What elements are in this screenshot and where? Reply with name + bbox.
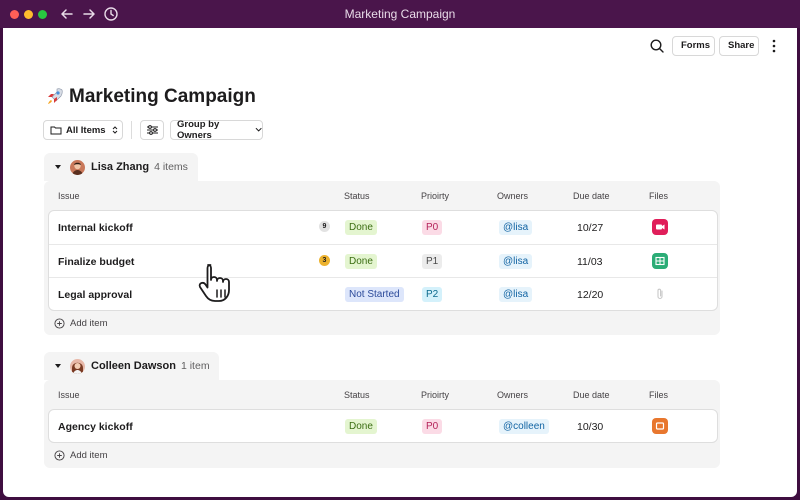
page-title-wrap: Marketing Campaign (43, 84, 256, 110)
group-name: Lisa Zhang (91, 161, 150, 173)
add-item-label: Add item (70, 318, 108, 329)
window-title: Marketing Campaign (344, 7, 456, 21)
col-header-owners: Owners (497, 390, 529, 400)
status-badge[interactable]: Not Started (345, 287, 404, 302)
issue-title[interactable]: Finalize budget (58, 245, 134, 278)
col-header-due-date: Due date (573, 390, 610, 400)
col-header-due-date: Due date (573, 191, 610, 201)
caret-down-icon[interactable] (54, 362, 62, 370)
col-header-priority: Prioirty (421, 390, 450, 400)
col-header-owners: Owners (497, 191, 529, 201)
plus-circle-icon (54, 318, 65, 329)
group-count: 1 item (180, 360, 210, 372)
priority-badge[interactable]: P1 (422, 254, 443, 269)
issue-title[interactable]: Legal approval (58, 278, 132, 311)
group-lisa: Issue Status Prioirty Owners Due date Fi… (44, 181, 720, 335)
window-titlebar: Marketing Campaign (0, 0, 800, 28)
sliders-icon (146, 125, 158, 135)
chevron-updown-icon (112, 126, 117, 134)
page-title: Marketing Campaign (69, 86, 256, 107)
col-header-status: Status (344, 390, 370, 400)
avatar (70, 159, 85, 175)
spreadsheet-file-icon[interactable] (652, 253, 668, 269)
attachment-icon[interactable] (652, 286, 668, 302)
col-header-status: Status (344, 191, 370, 201)
share-button[interactable]: Share (719, 36, 759, 56)
comment-count-badge[interactable]: 3 (319, 255, 330, 266)
table-row[interactable]: Finalize budget 3 Done P1 @lisa 11/03 (49, 244, 717, 277)
owner-mention[interactable]: @lisa (499, 287, 533, 302)
table-row[interactable]: Legal approval Not Started P2 @lisa 12/2… (49, 277, 717, 310)
group-count: 4 items (154, 161, 188, 173)
plus-circle-icon (54, 450, 65, 461)
rocket-icon (48, 88, 63, 104)
group-by-label: Group by Owners (177, 119, 220, 141)
add-item-button[interactable]: Add item (54, 450, 108, 461)
group-colleen: Issue Status Prioirty Owners Due date Fi… (44, 380, 720, 468)
forms-button[interactable]: Forms (672, 36, 715, 56)
priority-badge[interactable]: P0 (422, 419, 443, 434)
avatar (70, 358, 85, 374)
video-file-icon[interactable] (652, 219, 668, 235)
status-badge[interactable]: Done (345, 220, 377, 235)
due-date[interactable]: 11/03 (577, 245, 603, 278)
search-icon[interactable] (649, 38, 665, 54)
owner-mention[interactable]: @colleen (499, 419, 549, 434)
col-header-files: Files (649, 191, 669, 201)
caret-down-icon[interactable] (54, 163, 62, 171)
toolbar-divider (131, 121, 132, 139)
add-item-button[interactable]: Add item (54, 318, 108, 329)
status-badge[interactable]: Done (345, 419, 377, 434)
add-item-label: Add item (70, 450, 108, 461)
chevron-down-icon (255, 127, 262, 132)
status-badge[interactable]: Done (345, 254, 377, 269)
canvas-content: Forms Share Marketing Campaign All Items (3, 28, 797, 497)
group-header-colleen[interactable]: Colleen Dawson 1 item (44, 352, 219, 380)
col-header-files: Files (649, 390, 669, 400)
col-header-issue: Issue (58, 390, 80, 400)
filter-button[interactable] (140, 120, 164, 140)
due-date[interactable]: 10/27 (577, 211, 603, 244)
owner-mention[interactable]: @lisa (499, 254, 533, 269)
issue-title[interactable]: Agency kickoff (58, 410, 133, 443)
issue-title[interactable]: Internal kickoff (58, 211, 133, 244)
slides-file-icon[interactable] (652, 418, 668, 434)
table-row[interactable]: Agency kickoff Done P0 @colleen 10/30 (49, 410, 717, 443)
all-items-dropdown[interactable]: All Items (43, 120, 123, 140)
priority-badge[interactable]: P2 (422, 287, 443, 302)
more-options-icon[interactable] (770, 38, 778, 54)
priority-badge[interactable]: P0 (422, 220, 443, 235)
table-row[interactable]: Internal kickoff 9 Done P0 @lisa 10/27 (49, 211, 717, 244)
due-date[interactable]: 12/20 (577, 278, 603, 311)
all-items-label: All Items (66, 124, 106, 136)
group-name: Colleen Dawson (91, 360, 176, 372)
comment-count-badge[interactable]: 9 (319, 221, 330, 232)
rows-container: Internal kickoff 9 Done P0 @lisa 10/27 F… (48, 210, 718, 311)
col-header-issue: Issue (58, 191, 80, 201)
col-header-priority: Prioirty (421, 191, 450, 201)
folder-icon (50, 126, 62, 135)
due-date[interactable]: 10/30 (577, 410, 603, 443)
owner-mention[interactable]: @lisa (499, 220, 533, 235)
rows-container: Agency kickoff Done P0 @colleen 10/30 (48, 409, 718, 443)
group-by-dropdown[interactable]: Group by Owners (170, 119, 263, 141)
group-header-lisa[interactable]: Lisa Zhang 4 items (44, 153, 198, 181)
pointer-hand-icon (198, 264, 230, 302)
